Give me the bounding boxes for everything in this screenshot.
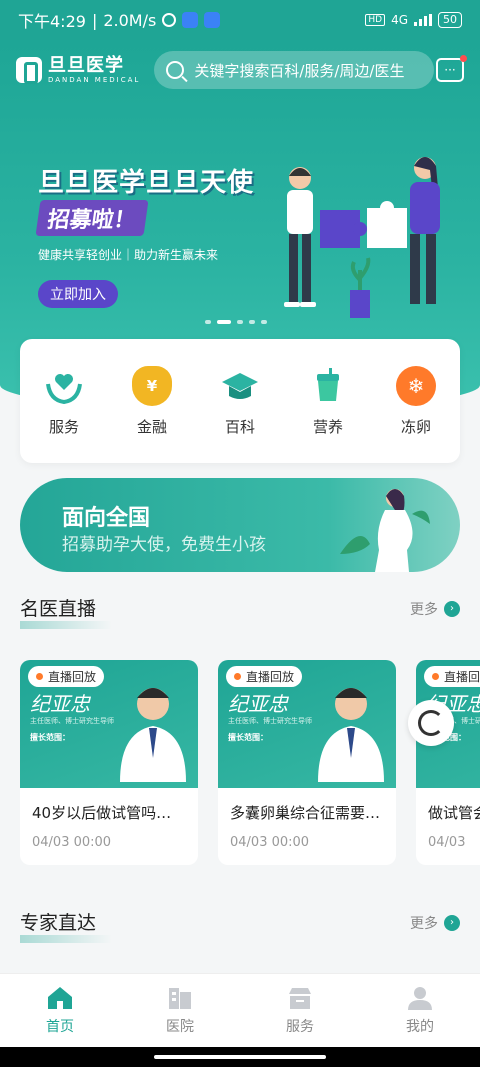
puzzle-people-illustration bbox=[284, 157, 440, 318]
status-divider: | bbox=[91, 10, 98, 30]
search-icon bbox=[166, 61, 185, 79]
tab-label: 首页 bbox=[46, 1018, 74, 1035]
signal-icon bbox=[414, 14, 432, 26]
bottom-tab-bar: 首页 医院 服务 我的 bbox=[0, 973, 480, 1047]
replay-tag: 直播回放 bbox=[28, 666, 105, 687]
app-notification-icon bbox=[182, 12, 199, 28]
doctor-skill-label: 擅长范围： bbox=[30, 733, 70, 742]
quick-item-label: 服务 bbox=[48, 417, 79, 436]
live-card[interactable]: 直播回放 纪亚忠 主任医师、博士研究生导师 擅长范围： 40岁以后做试管吗… 0… bbox=[20, 660, 198, 865]
live-card-title: 做试管会 bbox=[428, 804, 480, 822]
quick-item-service[interactable]: 服务 bbox=[44, 366, 84, 437]
join-button[interactable]: 立即加入 bbox=[38, 280, 118, 308]
tab-label: 服务 bbox=[286, 1018, 314, 1035]
status-bar: 下午4:29 | 2.0M/s HD 4G 50 bbox=[0, 0, 480, 40]
surrogate-recruit-banner[interactable]: 面向全国 招募助孕大使，免费生小孩 bbox=[20, 478, 460, 572]
search-placeholder: 关键字搜索百科/服务/周边/医生 bbox=[194, 61, 405, 80]
tab-hospital[interactable]: 医院 bbox=[140, 986, 220, 1036]
battery-indicator: 50 bbox=[438, 12, 462, 28]
quick-item-finance[interactable]: ¥ 金融 bbox=[132, 365, 172, 437]
live-thumbnail: 直播回放 纪亚忠 主任医师、博士研究生导师 擅长范围： bbox=[218, 660, 396, 788]
status-time: 下午4:29 bbox=[18, 12, 86, 31]
quick-item-egg-freezing[interactable]: ❄ 冻卵 bbox=[396, 365, 436, 437]
floating-assistant-button[interactable] bbox=[408, 700, 454, 746]
live-card[interactable]: 直播回放 纪亚忠 主任医师、博士研究生导师 擅长范围： 做试管会 04/03 bbox=[416, 660, 480, 865]
quick-item-wiki[interactable]: 百科 bbox=[220, 366, 260, 437]
loading-icon bbox=[418, 710, 444, 736]
tab-service[interactable]: 服务 bbox=[260, 986, 340, 1036]
live-card-date: 04/03 00:00 bbox=[32, 835, 112, 850]
recruit-title: 面向全国 bbox=[62, 506, 151, 531]
banner-pagination bbox=[205, 320, 267, 324]
status-speed: 2.0M/s bbox=[103, 10, 157, 30]
message-button[interactable]: ··· bbox=[436, 55, 467, 82]
quick-item-label: 冻卵 bbox=[400, 417, 431, 436]
graduation-cap-icon bbox=[222, 372, 258, 399]
live-card-title: 40岁以后做试管吗… bbox=[32, 804, 172, 822]
tab-label: 我的 bbox=[406, 1018, 434, 1035]
home-indicator[interactable] bbox=[154, 1055, 326, 1059]
quick-item-label: 营养 bbox=[312, 417, 343, 436]
alipay-icon bbox=[204, 12, 221, 28]
replay-tag: 直播回放 bbox=[226, 666, 303, 687]
hospital-icon bbox=[169, 987, 191, 1009]
home-icon bbox=[48, 986, 72, 1009]
alarm-icon bbox=[162, 13, 177, 27]
live-section-header: 名医直播 更多 › bbox=[20, 594, 460, 629]
logo-icon bbox=[16, 57, 42, 84]
cup-icon bbox=[317, 367, 339, 401]
live-thumbnail: 直播回放 纪亚忠 主任医师、博士研究生导师 擅长范围： bbox=[20, 660, 198, 788]
message-icon: ··· bbox=[444, 63, 456, 77]
doctor-title: 主任医师、博士研究生导师 bbox=[228, 717, 312, 725]
tab-label: 医院 bbox=[166, 1018, 194, 1035]
logo-subtitle: DANDAN MEDICAL bbox=[48, 75, 141, 84]
chevron-right-icon: › bbox=[444, 600, 460, 617]
top-header: 旦旦医学 DANDAN MEDICAL 关键字搜索百科/服务/周边/医生 ··· bbox=[0, 40, 480, 100]
doctor-name: 纪亚忠 bbox=[228, 692, 288, 716]
live-card[interactable]: 直播回放 纪亚忠 主任医师、博士研究生导师 擅长范围： 多囊卵巢综合征需要… 0… bbox=[218, 660, 396, 865]
store-icon bbox=[289, 987, 311, 1009]
promo-banner[interactable]: 旦旦医学旦旦天使 招募啦！ 健康共享轻创业｜助力新生赢未来 立即加入 bbox=[20, 110, 460, 330]
unread-dot bbox=[460, 55, 467, 62]
snowflake-icon: ❄ bbox=[396, 365, 436, 406]
user-icon bbox=[408, 986, 432, 1010]
doctor-name: 纪亚忠 bbox=[30, 692, 90, 716]
heart-hands-icon bbox=[46, 373, 82, 404]
doctor-title: 主任医师、博士研究生导师 bbox=[30, 717, 114, 725]
quick-menu: 服务 ¥ 金融 百科 营养 ❄ 冻卵 bbox=[20, 339, 460, 463]
tab-home[interactable]: 首页 bbox=[20, 986, 100, 1036]
app-screen: { "status_bar": {"time": "下午4:29", "spee… bbox=[0, 0, 480, 1067]
app-logo[interactable]: 旦旦医学 DANDAN MEDICAL bbox=[16, 54, 141, 84]
logo-name: 旦旦医学 bbox=[48, 54, 124, 76]
experts-more-link[interactable]: 更多 › bbox=[410, 913, 460, 933]
network-type: 4G bbox=[391, 13, 408, 27]
experts-section-header: 专家直达 更多 › bbox=[20, 908, 460, 943]
replay-tag: 直播回放 bbox=[424, 666, 480, 687]
doctor-photo bbox=[120, 688, 186, 782]
quick-item-label: 百科 bbox=[224, 417, 255, 436]
system-navigation-bar bbox=[0, 1047, 480, 1067]
live-card-date: 04/03 bbox=[428, 835, 466, 850]
live-more-link[interactable]: 更多 › bbox=[410, 599, 460, 619]
search-input[interactable]: 关键字搜索百科/服务/周边/医生 bbox=[154, 51, 435, 89]
section-title: 专家直达 bbox=[20, 908, 113, 943]
banner-badge: 招募啦！ bbox=[35, 200, 149, 236]
banner-title: 旦旦医学旦旦天使 bbox=[38, 168, 255, 198]
doctor-skill-label: 擅长范围： bbox=[228, 733, 268, 742]
live-card-title: 多囊卵巢综合征需要… bbox=[230, 804, 381, 822]
recruit-subtitle: 招募助孕大使，免费生小孩 bbox=[62, 535, 266, 555]
hd-icon: HD bbox=[365, 14, 386, 26]
quick-item-label: 金融 bbox=[136, 417, 167, 436]
chevron-right-icon: › bbox=[444, 914, 460, 931]
live-card-list: 直播回放 纪亚忠 主任医师、博士研究生导师 擅长范围： 40岁以后做试管吗… 0… bbox=[20, 660, 480, 865]
banner-subtitle: 健康共享轻创业｜助力新生赢未来 bbox=[38, 248, 219, 262]
money-bag-icon: ¥ bbox=[132, 365, 172, 406]
tab-mine[interactable]: 我的 bbox=[380, 986, 460, 1036]
pregnant-woman-illustration bbox=[340, 489, 430, 572]
doctor-photo bbox=[318, 688, 384, 782]
quick-item-nutrition[interactable]: 营养 bbox=[308, 366, 348, 437]
live-card-date: 04/03 00:00 bbox=[230, 835, 310, 850]
section-title: 名医直播 bbox=[20, 594, 113, 629]
